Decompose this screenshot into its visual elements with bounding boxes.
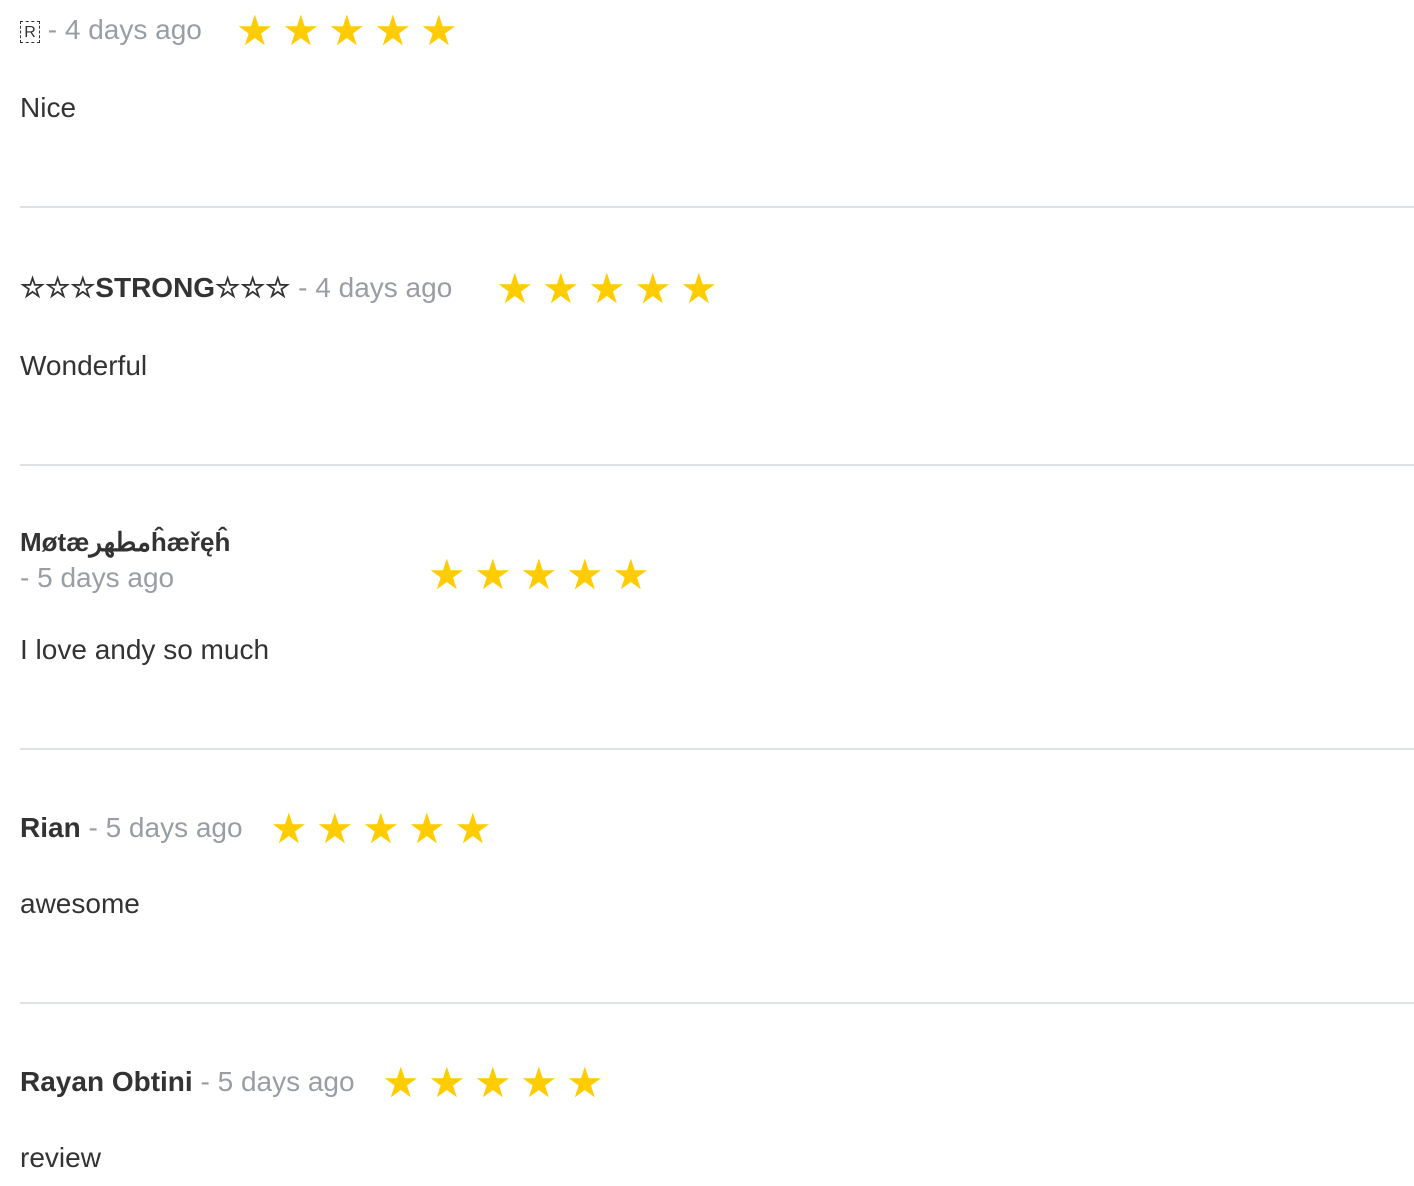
review-meta: Rian - 5 days ago bbox=[20, 810, 243, 846]
review-author: Rayan Obtini bbox=[20, 1066, 193, 1097]
star-icon: ★ bbox=[282, 7, 322, 54]
star-icon: ★ bbox=[496, 265, 536, 312]
review-author: Rian bbox=[20, 812, 81, 843]
review-author: ☆☆☆STRONG☆☆☆ bbox=[20, 272, 291, 303]
star-icon: ★ bbox=[236, 7, 276, 54]
star-icon: ★ bbox=[474, 551, 514, 598]
review-body: Wonderful bbox=[20, 350, 148, 381]
star-icon: ★ bbox=[520, 551, 560, 598]
star-icon: ★ bbox=[612, 551, 652, 598]
review-meta: Møtæ‫مطهر‬ĥæřęĥ - 5 days ago bbox=[20, 524, 320, 596]
star-rating: ★ ★ ★ ★ ★ bbox=[428, 554, 658, 596]
star-icon: ★ bbox=[634, 265, 674, 312]
star-icon: ★ bbox=[680, 265, 720, 312]
star-rating: ★ ★ ★ ★ ★ bbox=[270, 808, 500, 850]
star-icon: ★ bbox=[566, 551, 606, 598]
star-icon: ★ bbox=[420, 7, 460, 54]
review-author: R bbox=[20, 21, 40, 43]
star-icon: ★ bbox=[328, 7, 368, 54]
star-icon: ★ bbox=[374, 7, 414, 54]
review-body: awesome bbox=[20, 888, 140, 919]
star-icon: ★ bbox=[428, 551, 468, 598]
review-divider bbox=[20, 748, 1414, 750]
review-time: - 5 days ago bbox=[88, 812, 243, 843]
star-rating: ★ ★ ★ ★ ★ bbox=[496, 268, 726, 310]
star-icon: ★ bbox=[542, 265, 582, 312]
star-icon: ★ bbox=[474, 1059, 514, 1106]
review-body: I love andy so much bbox=[20, 634, 270, 665]
review-divider bbox=[20, 206, 1414, 208]
review-time: - 5 days ago bbox=[200, 1066, 355, 1097]
star-rating: ★ ★ ★ ★ ★ bbox=[382, 1062, 612, 1104]
star-icon: ★ bbox=[588, 265, 628, 312]
review-body: Nice bbox=[20, 92, 77, 123]
star-icon: ★ bbox=[428, 1059, 468, 1106]
review-time: - 4 days ago bbox=[47, 14, 202, 45]
star-icon: ★ bbox=[270, 805, 310, 852]
star-icon: ★ bbox=[566, 1059, 606, 1106]
review-author: Møtæ‫مطهر‬ĥæřęĥ bbox=[20, 527, 231, 557]
review-meta: Rayan Obtini - 5 days ago bbox=[20, 1064, 355, 1100]
review-time: - 4 days ago bbox=[298, 272, 453, 303]
star-icon: ★ bbox=[454, 805, 494, 852]
star-icon: ★ bbox=[382, 1059, 422, 1106]
star-icon: ★ bbox=[316, 805, 356, 852]
review-divider bbox=[20, 1002, 1414, 1004]
review-divider bbox=[20, 464, 1414, 466]
review-meta: ☆☆☆STRONG☆☆☆ - 4 days ago bbox=[20, 270, 452, 306]
star-icon: ★ bbox=[362, 805, 402, 852]
star-icon: ★ bbox=[408, 805, 448, 852]
review-meta: R - 4 days ago bbox=[20, 12, 202, 48]
star-icon: ★ bbox=[520, 1059, 560, 1106]
review-body: review bbox=[20, 1142, 101, 1173]
review-time: - 5 days ago bbox=[20, 562, 175, 593]
star-rating: ★ ★ ★ ★ ★ bbox=[236, 10, 466, 52]
